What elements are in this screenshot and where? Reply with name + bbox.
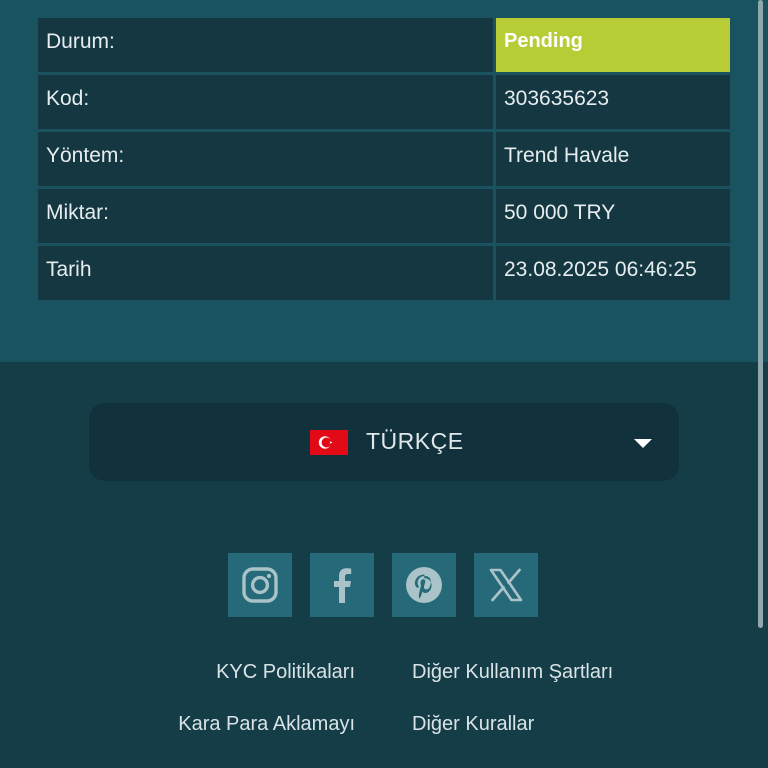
language-label: TÜRKÇE	[366, 428, 464, 454]
social-links	[228, 553, 538, 617]
code-label: Kod:	[38, 75, 493, 129]
method-value: Trend Havale	[496, 132, 730, 186]
date-value: 23.08.2025 06:46:25	[496, 246, 730, 300]
chevron-down-icon	[634, 439, 652, 448]
method-label: Yöntem:	[38, 132, 493, 186]
pinterest-button[interactable]	[392, 553, 456, 617]
language-select[interactable]: TÜRKÇE	[89, 403, 679, 481]
x-icon	[489, 568, 523, 602]
table-row: Kod: 303635623	[38, 75, 730, 129]
facebook-icon	[334, 568, 352, 603]
code-value: 303635623	[496, 75, 730, 129]
footer-link-anti-money-laundering[interactable]: Kara Para Aklamayı	[55, 713, 355, 736]
status-label: Durum:	[38, 18, 493, 72]
transaction-details-section: Durum: Pending Kod: 303635623 Yöntem: Tr…	[0, 0, 768, 362]
x-button[interactable]	[474, 553, 538, 617]
table-row: Miktar: 50 000 TRY	[38, 189, 730, 243]
table-row: Yöntem: Trend Havale	[38, 132, 730, 186]
table-row: Durum: Pending	[38, 18, 730, 72]
status-badge: Pending	[496, 18, 730, 72]
turkey-flag-icon	[310, 430, 348, 455]
table-row: Tarih 23.08.2025 06:46:25	[38, 246, 730, 300]
facebook-button[interactable]	[310, 553, 374, 617]
pinterest-icon	[406, 567, 442, 603]
footer-link-kyc-policy[interactable]: KYC Politikaları	[55, 661, 355, 684]
date-label: Tarih	[38, 246, 493, 300]
scrollbar[interactable]	[758, 0, 763, 628]
transaction-details-table: Durum: Pending Kod: 303635623 Yöntem: Tr…	[38, 18, 730, 303]
instagram-icon	[242, 567, 278, 603]
footer-link-other-rules[interactable]: Diğer Kurallar	[412, 713, 534, 736]
footer-link-other-terms[interactable]: Diğer Kullanım Şartları	[412, 661, 613, 684]
amount-label: Miktar:	[38, 189, 493, 243]
instagram-button[interactable]	[228, 553, 292, 617]
amount-value: 50 000 TRY	[496, 189, 730, 243]
